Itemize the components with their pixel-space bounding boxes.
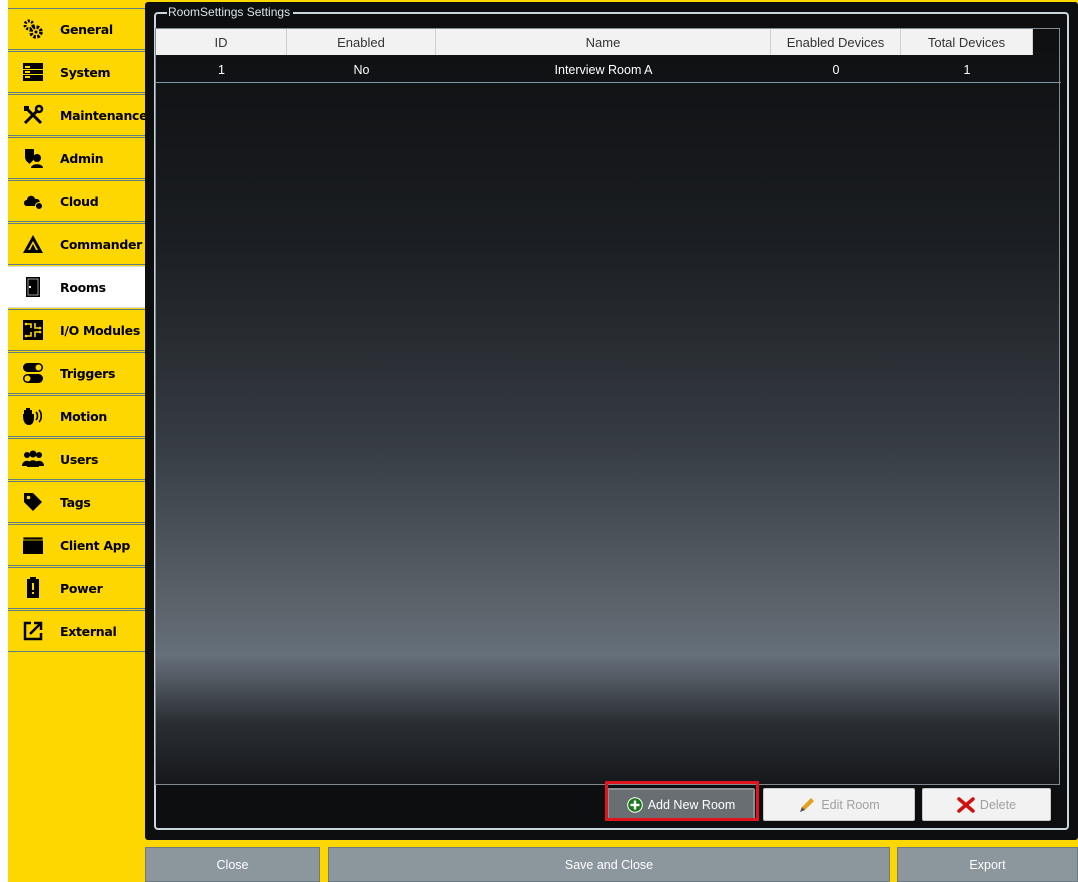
sidebar-item-commander[interactable]: Commander	[8, 223, 145, 265]
sidebar-item-admin[interactable]: Admin	[8, 137, 145, 179]
sidebar-item-label: Users	[60, 451, 99, 467]
door-icon	[22, 276, 44, 298]
tag-icon	[22, 491, 44, 513]
commander-logo-icon	[22, 233, 44, 255]
sidebar-item-tags[interactable]: Tags	[8, 481, 145, 523]
add-new-room-button[interactable]: Add New Room	[607, 788, 755, 821]
cloud-icon	[22, 190, 44, 212]
sidebar-item-users[interactable]: Users	[8, 438, 145, 480]
sidebar-item-rooms[interactable]: Rooms	[8, 266, 145, 308]
sidebar-item-label: System	[60, 64, 111, 80]
users-icon	[22, 448, 44, 470]
sidebar-item-general[interactable]: General	[8, 8, 145, 50]
column-header-id[interactable]: ID	[156, 29, 287, 55]
sidebar-item-label: Triggers	[60, 365, 116, 381]
table-row[interactable]: 1 No Interview Room A 0 1	[156, 57, 1061, 83]
sidebar-item-system[interactable]: System	[8, 51, 145, 93]
server-icon	[22, 61, 44, 83]
delete-label: Delete	[979, 797, 1017, 812]
column-header-total-devices[interactable]: Total Devices	[901, 29, 1033, 55]
admin-shield-icon	[22, 147, 44, 169]
sidebar-item-label: Rooms	[60, 279, 106, 295]
sidebar-item-label: Tags	[60, 494, 91, 510]
add-new-room-label: Add New Room	[647, 797, 736, 812]
app-window-icon	[22, 534, 44, 556]
cell-name: Interview Room A	[554, 63, 653, 77]
sidebar-item-power[interactable]: Power	[8, 567, 145, 609]
cell-enabled: No	[353, 63, 370, 77]
sidebar-nav: General System Maintenance Admin Cloud C…	[8, 8, 148, 653]
sidebar-item-maintenance[interactable]: Maintenance	[8, 94, 148, 136]
sidebar-item-label: Cloud	[60, 193, 99, 209]
plus-circle-icon	[626, 796, 643, 813]
settings-window: General System Maintenance Admin Cloud C…	[8, 0, 1078, 882]
sidebar-item-label: Power	[60, 580, 103, 596]
sidebar-item-label: I/O Modules	[60, 322, 140, 338]
settings-panel: RoomSettings Settings ID Enabled Name En…	[145, 2, 1078, 840]
sidebar-item-client-app[interactable]: Client App	[8, 524, 145, 566]
column-header-name[interactable]: Name	[436, 29, 771, 55]
edit-room-label: Edit Room	[821, 797, 880, 812]
save-and-close-button[interactable]: Save and Close	[328, 847, 890, 882]
column-header-enabled[interactable]: Enabled	[287, 29, 436, 55]
delete-x-icon	[957, 796, 975, 814]
sidebar-item-cloud[interactable]: Cloud	[8, 180, 145, 222]
rooms-table: ID Enabled Name Enabled Devices Total De…	[155, 28, 1061, 785]
sidebar-item-label: Maintenance	[60, 107, 148, 123]
external-link-icon	[22, 620, 44, 642]
edit-room-button[interactable]: Edit Room	[763, 788, 915, 821]
group-title: RoomSettings Settings	[167, 5, 294, 19]
table-header: ID Enabled Name Enabled Devices Total De…	[156, 29, 1033, 55]
cell-id: 1	[218, 63, 225, 77]
sidebar-item-triggers[interactable]: Triggers	[8, 352, 145, 394]
cell-total-devices: 1	[963, 63, 971, 77]
sidebar-item-external[interactable]: External	[8, 610, 145, 652]
tools-icon	[22, 104, 44, 126]
circuit-icon	[22, 319, 44, 341]
sidebar-item-io-modules[interactable]: I/O Modules	[8, 309, 145, 351]
hand-wave-icon	[22, 405, 44, 427]
column-header-enabled-devices[interactable]: Enabled Devices	[771, 29, 901, 55]
delete-button[interactable]: Delete	[922, 788, 1051, 821]
sidebar-item-label: Client App	[60, 537, 131, 553]
sidebar-item-label: Commander	[60, 236, 143, 252]
gears-icon	[22, 18, 44, 40]
sidebar-item-label: Motion	[60, 408, 107, 424]
export-button[interactable]: Export	[897, 847, 1078, 882]
toggle-icon	[22, 362, 44, 384]
sidebar-item-label: External	[60, 623, 117, 639]
sidebar-item-label: Admin	[60, 150, 104, 166]
sidebar-item-motion[interactable]: Motion	[8, 395, 145, 437]
cell-enabled-devices: 0	[832, 63, 840, 77]
sidebar-item-label: General	[60, 21, 113, 37]
battery-icon	[22, 577, 44, 599]
close-button[interactable]: Close	[145, 847, 320, 882]
pencil-icon	[798, 796, 816, 814]
